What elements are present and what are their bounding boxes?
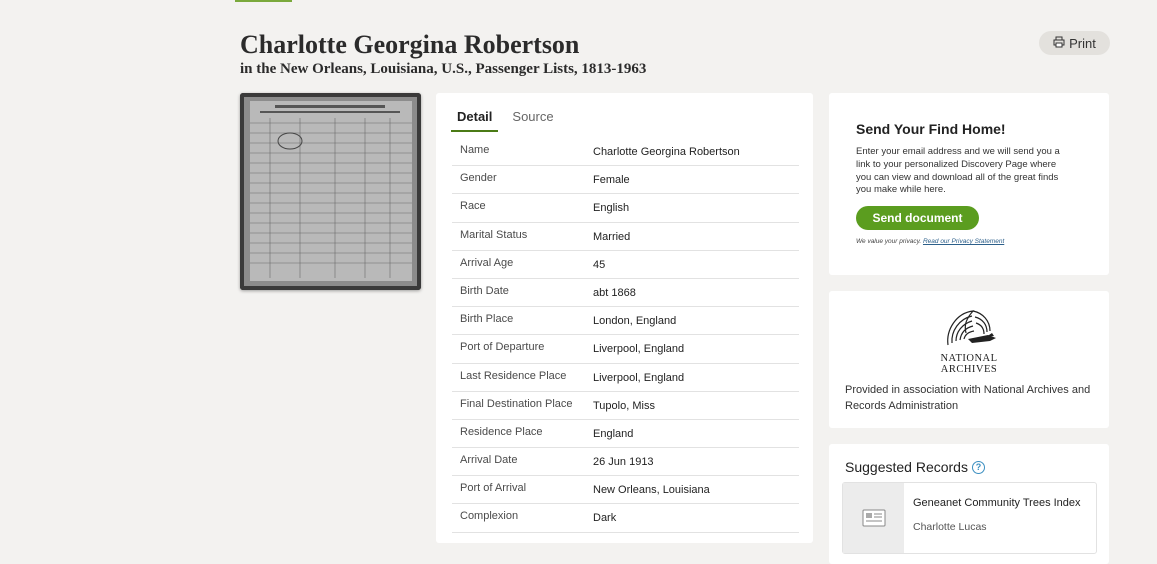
row-value: London, England xyxy=(593,315,677,328)
row-label: Port of Arrival xyxy=(460,482,527,495)
row-label: Port of Departure xyxy=(460,341,545,354)
suggested-records-heading: Suggested Records ? xyxy=(845,459,985,475)
table-row: Race English xyxy=(452,194,799,223)
row-value: Liverpool, England xyxy=(593,371,685,384)
tab-detail[interactable]: Detail xyxy=(451,107,499,132)
archives-description: Provided in association with National Ar… xyxy=(845,384,1091,412)
table-row: Last Residence Place Liverpool, England xyxy=(452,364,799,392)
row-label: Arrival Age xyxy=(460,256,514,269)
national-archives-card: NATIONAL ARCHIVES Provided in associatio… xyxy=(829,291,1109,428)
row-label: Complexion xyxy=(460,510,519,523)
row-label: Last Residence Place xyxy=(460,369,567,382)
table-row: Gender Female xyxy=(452,166,799,195)
row-value: New Orleans, Louisiana xyxy=(593,484,710,497)
print-button[interactable]: Print xyxy=(1039,31,1110,55)
logo-line-1: NATIONAL xyxy=(940,353,998,364)
collection-subtitle: in the New Orleans, Louisiana, U.S., Pas… xyxy=(240,61,647,77)
suggested-records-title: Suggested Records xyxy=(845,459,968,475)
row-value: 45 xyxy=(593,258,606,271)
row-label: Birth Place xyxy=(460,313,514,326)
suggested-record-item[interactable]: Geneanet Community Trees Index Charlotte… xyxy=(842,482,1097,554)
send-document-button[interactable]: Send document xyxy=(856,206,979,230)
print-button-label: Print xyxy=(1069,35,1096,51)
document-icon xyxy=(843,483,904,553)
table-row: Port of Arrival New Orleans, Louisiana xyxy=(452,476,799,505)
row-label: Arrival Date xyxy=(460,454,518,467)
record-image-thumbnail[interactable] xyxy=(240,93,421,290)
row-value: Liverpool, England xyxy=(593,343,685,356)
table-row: Birth Date abt 1868 xyxy=(452,279,799,308)
table-row: Marital Status Married xyxy=(452,223,799,251)
archives-logo-text: NATIONAL ARCHIVES xyxy=(928,353,1010,375)
send-find-home-card: Send Your Find Home! Enter your email ad… xyxy=(829,93,1109,275)
table-row: Arrival Date 26 Jun 1913 xyxy=(452,448,799,477)
detail-table: Name Charlotte Georgina Robertson Gender F… xyxy=(452,138,799,533)
table-row: Final Destination Place Tupolo, Miss xyxy=(452,392,799,420)
row-value: 26 Jun 1913 xyxy=(593,456,654,469)
table-row: Port of Departure Liverpool, England xyxy=(452,335,799,364)
top-accent-bar xyxy=(235,0,292,2)
row-label: Marital Status xyxy=(460,228,528,241)
detail-tabs: Detail Source xyxy=(451,107,560,132)
find-home-title: Send Your Find Home! xyxy=(856,121,1006,137)
print-icon xyxy=(1053,36,1065,51)
row-value: Charlotte Georgina Robertson xyxy=(593,146,740,158)
row-value: Dark xyxy=(593,512,617,525)
row-label: Gender xyxy=(460,172,497,185)
row-value: England xyxy=(593,427,634,440)
row-label: Race xyxy=(460,200,486,213)
record-detail-card: Detail Source Name Charlotte Georgina Rob… xyxy=(436,93,813,543)
row-value: Tupolo, Miss xyxy=(593,399,655,412)
table-row: Name Charlotte Georgina Robertson xyxy=(452,138,799,167)
suggested-record-title: Geneanet Community Trees Index xyxy=(913,497,1081,509)
tab-source[interactable]: Source xyxy=(506,107,559,132)
table-row: Birth Place London, England xyxy=(452,307,799,336)
suggested-record-subtitle: Charlotte Lucas xyxy=(913,521,987,533)
row-value: Female xyxy=(593,174,630,187)
logo-line-2: ARCHIVES xyxy=(940,364,998,375)
table-row: Complexion Dark xyxy=(452,504,799,533)
help-icon[interactable]: ? xyxy=(971,460,985,474)
page-title: Charlotte Georgina Robertson xyxy=(240,30,580,59)
row-label: Final Destination Place xyxy=(460,397,573,410)
table-row: Arrival Age 45 xyxy=(452,251,799,279)
privacy-note: We value your privacy. Read our Privacy … xyxy=(856,238,1004,245)
privacy-text: We value your privacy. xyxy=(856,238,922,245)
row-label: Birth Date xyxy=(460,284,509,297)
row-label: Residence Place xyxy=(460,425,543,438)
row-label: Name xyxy=(460,144,490,156)
row-value: abt 1868 xyxy=(593,286,636,299)
row-value: English xyxy=(593,202,630,215)
row-value: Married xyxy=(593,230,631,243)
privacy-statement-link[interactable]: Read our Privacy Statement xyxy=(923,238,1004,245)
table-row: Residence Place England xyxy=(452,420,799,449)
find-home-description: Enter your email address and we will sen… xyxy=(856,146,1060,196)
suggested-records-card: Suggested Records ? Geneanet Community T… xyxy=(829,444,1109,564)
